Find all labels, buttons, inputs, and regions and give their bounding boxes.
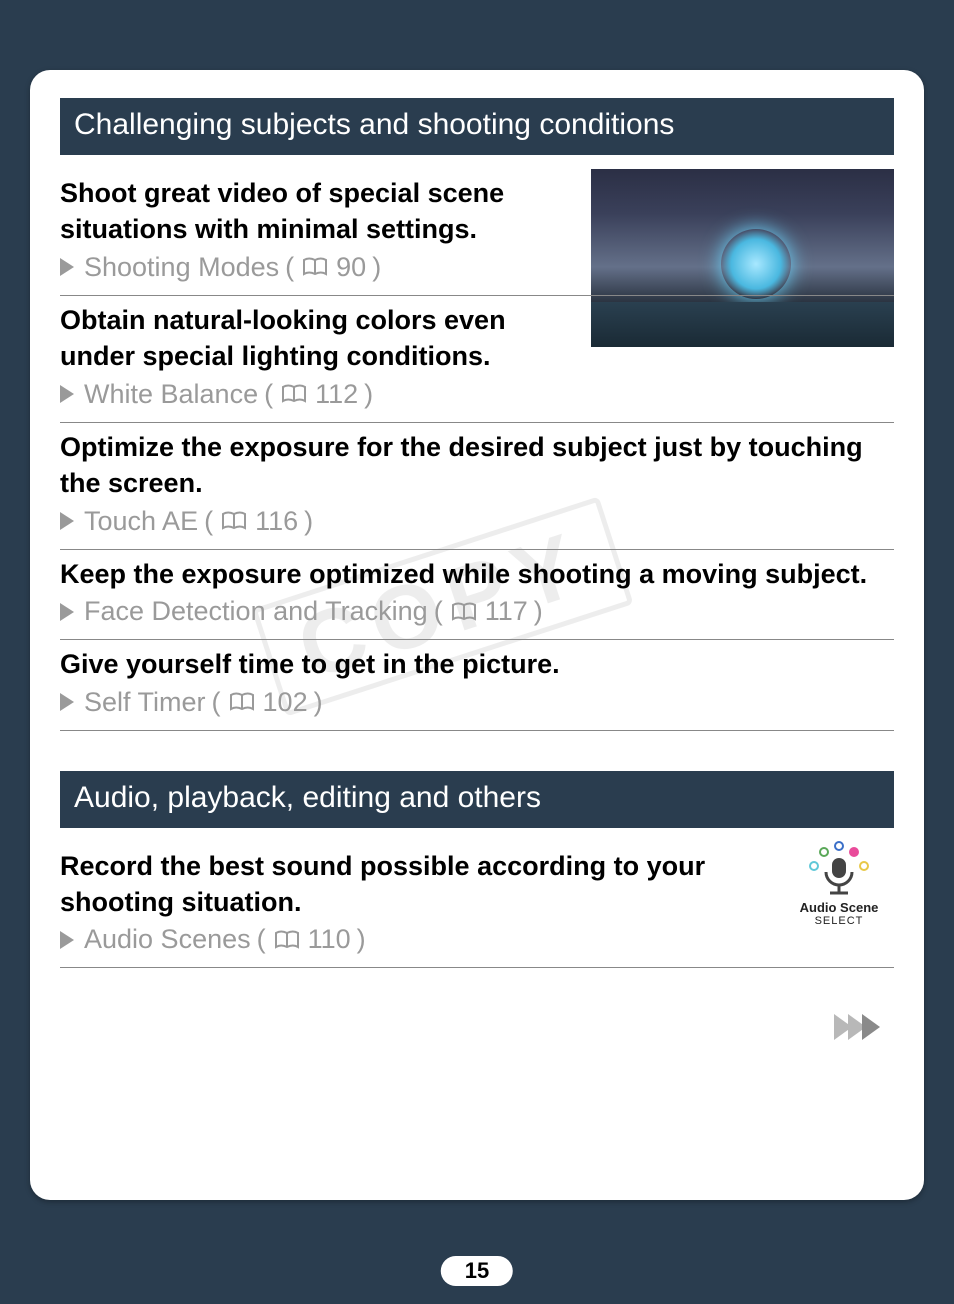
page-number: 15 bbox=[441, 1256, 513, 1286]
close-paren: ) bbox=[304, 506, 313, 537]
link-label: White Balance bbox=[84, 379, 258, 410]
close-paren: ) bbox=[364, 379, 373, 410]
close-paren: ) bbox=[534, 596, 543, 627]
page-reference-link[interactable]: White Balance ( 112) bbox=[60, 379, 894, 410]
open-paren: ( bbox=[212, 687, 221, 718]
page-reference-link[interactable]: Face Detection and Tracking ( 117) bbox=[60, 596, 894, 627]
open-paren: ( bbox=[434, 596, 443, 627]
link-label: Audio Scenes bbox=[84, 924, 251, 955]
triangle-right-icon bbox=[60, 512, 74, 530]
close-paren: ) bbox=[372, 252, 381, 283]
section-header-audio: Audio, playback, editing and others bbox=[60, 771, 894, 828]
page-ref: 112 bbox=[315, 379, 358, 410]
list-item: Obtain natural-looking colors even under… bbox=[60, 296, 894, 423]
triangle-right-icon bbox=[60, 258, 74, 276]
page-ref: 116 bbox=[255, 506, 298, 537]
page-reference-link[interactable]: Touch AE ( 116) bbox=[60, 506, 894, 537]
page-ref: 90 bbox=[336, 252, 366, 283]
book-icon bbox=[229, 692, 255, 712]
triangle-right-icon bbox=[60, 385, 74, 403]
open-paren: ( bbox=[264, 379, 273, 410]
item-title: Optimize the exposure for the desired su… bbox=[60, 429, 894, 502]
open-paren: ( bbox=[204, 506, 213, 537]
item-title: Obtain natural-looking colors even under… bbox=[60, 302, 570, 375]
link-label: Shooting Modes bbox=[84, 252, 279, 283]
book-icon bbox=[274, 930, 300, 950]
book-icon bbox=[451, 602, 477, 622]
chevron-right-icon bbox=[862, 1014, 880, 1040]
link-label: Face Detection and Tracking bbox=[84, 596, 428, 627]
link-label: Self Timer bbox=[84, 687, 206, 718]
section-header-challenging: Challenging subjects and shooting condit… bbox=[60, 98, 894, 155]
list-item: Optimize the exposure for the desired su… bbox=[60, 423, 894, 550]
open-paren: ( bbox=[257, 924, 266, 955]
document-page: COPY Challenging subjects and shooting c… bbox=[30, 70, 924, 1200]
item-title: Record the best sound possible according… bbox=[60, 848, 760, 921]
list-item: Give yourself time to get in the picture… bbox=[60, 640, 894, 730]
page-reference-link[interactable]: Shooting Modes ( 90) bbox=[60, 252, 577, 283]
page-ref: 117 bbox=[485, 596, 528, 627]
list-item: Shoot great video of special scene situa… bbox=[60, 169, 894, 296]
page-reference-link[interactable]: Audio Scenes ( 110) bbox=[60, 924, 774, 955]
page-ref: 110 bbox=[308, 924, 351, 955]
link-label: Touch AE bbox=[84, 506, 198, 537]
book-icon bbox=[221, 511, 247, 531]
triangle-right-icon bbox=[60, 603, 74, 621]
triangle-right-icon bbox=[60, 693, 74, 711]
next-page-chevrons-icon[interactable] bbox=[838, 1014, 880, 1040]
list-item: Keep the exposure optimized while shooti… bbox=[60, 550, 894, 640]
book-icon bbox=[302, 257, 328, 277]
list-item: Record the best sound possible according… bbox=[60, 842, 894, 969]
open-paren: ( bbox=[285, 252, 294, 283]
close-paren: ) bbox=[357, 924, 366, 955]
close-paren: ) bbox=[314, 687, 323, 718]
item-title: Give yourself time to get in the picture… bbox=[60, 646, 894, 682]
item-title: Shoot great video of special scene situa… bbox=[60, 175, 894, 248]
book-icon bbox=[281, 384, 307, 404]
triangle-right-icon bbox=[60, 931, 74, 949]
item-title: Keep the exposure optimized while shooti… bbox=[60, 556, 894, 592]
page-reference-link[interactable]: Self Timer ( 102) bbox=[60, 687, 894, 718]
page-ref: 102 bbox=[263, 687, 308, 718]
item-block-0: Shoot great video of special scene situa… bbox=[60, 169, 894, 423]
